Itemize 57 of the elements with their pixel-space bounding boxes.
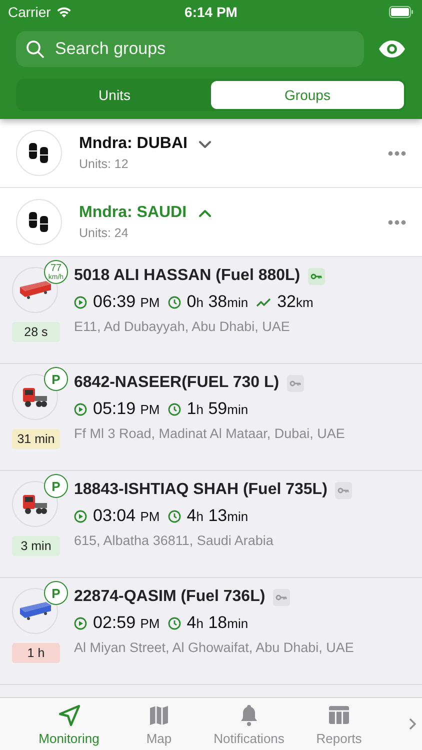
trip-duration: 0h 38min: [186, 292, 248, 312]
trend-icon: [256, 297, 272, 307]
segment-tab[interactable]: Groups: [211, 81, 404, 109]
play-circle-icon: [74, 296, 87, 308]
parked-badge: P: [44, 581, 68, 605]
tab-bar-item[interactable]: Monitoring: [24, 698, 114, 750]
chevron-down-icon[interactable]: [199, 140, 212, 148]
battery-icon: [389, 6, 414, 18]
carrier-label: Carrier: [8, 4, 51, 20]
play-circle-icon: [74, 402, 87, 416]
unit-address: 615, Albatha 36811, Saudi Arabia: [74, 533, 274, 548]
eye-icon[interactable]: [378, 40, 406, 58]
more-icon[interactable]: [388, 150, 406, 156]
group-name: Mndra: DUBAI: [79, 135, 188, 153]
units-count: Units: 12: [79, 157, 130, 171]
clock-time: 6:14 PM: [184, 4, 238, 20]
trip-duration: 1h 59min: [186, 399, 248, 419]
more-icon[interactable]: [388, 220, 406, 224]
update-age: 3 min: [12, 536, 60, 556]
start-time: 02:59 PM: [93, 613, 160, 633]
tab-bar-item[interactable]: Notifications: [204, 698, 294, 750]
update-age: 31 min: [12, 429, 60, 449]
tires-icon: [27, 210, 51, 234]
tab-bar-item[interactable]: Reports: [294, 698, 384, 750]
parked-badge: P: [44, 474, 68, 498]
unit-name: 5018 ALI HASSAN (Fuel 880L): [74, 267, 300, 285]
trip-duration: 4h 13min: [186, 506, 248, 526]
trip-distance: 32km: [277, 292, 314, 312]
start-time: 05:19 PM: [93, 399, 160, 419]
play-circle-icon: [74, 510, 87, 522]
search-icon: [26, 40, 44, 58]
clock-icon: [168, 296, 181, 308]
chevron-up-icon[interactable]: [198, 208, 211, 218]
unit-name: 18843-ISHTIAQ SHAH (Fuel 735L): [74, 481, 328, 499]
unit-address: Ff Ml 3 Road, Madinat Al Mataar, Dubai, UAE: [74, 426, 346, 441]
trip-duration: 4h 18min: [186, 613, 248, 633]
units-count: Units: 24: [79, 226, 130, 240]
wifi-icon: [56, 6, 72, 18]
segment-tab[interactable]: Units: [18, 81, 211, 109]
unit-address: E11, Ad Dubayyah, Abu Dhabi, UAE: [74, 319, 291, 334]
clock-icon: [168, 616, 181, 630]
play-circle-icon: [74, 616, 87, 630]
navigation-arrow-icon: [57, 702, 81, 726]
unit-name: 6842-NASEER(FUEL 730 L): [74, 374, 280, 392]
clock-icon: [168, 510, 181, 522]
unit-address: Al Miyan Street, Al Ghowaifat, Abu Dhabi, UAE: [74, 640, 355, 655]
start-time: 06:39 PM: [93, 292, 160, 312]
tires-icon: [27, 141, 51, 165]
unit-name: 22874-QASIM (Fuel 736L): [74, 588, 266, 606]
update-age: 1 h: [12, 643, 60, 663]
parked-badge: P: [44, 367, 68, 391]
update-age: 28 s: [12, 322, 60, 342]
group-name: Mndra: SAUDI: [79, 204, 187, 222]
clock-icon: [168, 402, 181, 416]
start-time: 03:04 PM: [93, 506, 160, 526]
chevron-right-icon[interactable]: [409, 718, 416, 730]
tab-bar-item[interactable]: Map: [114, 698, 204, 750]
